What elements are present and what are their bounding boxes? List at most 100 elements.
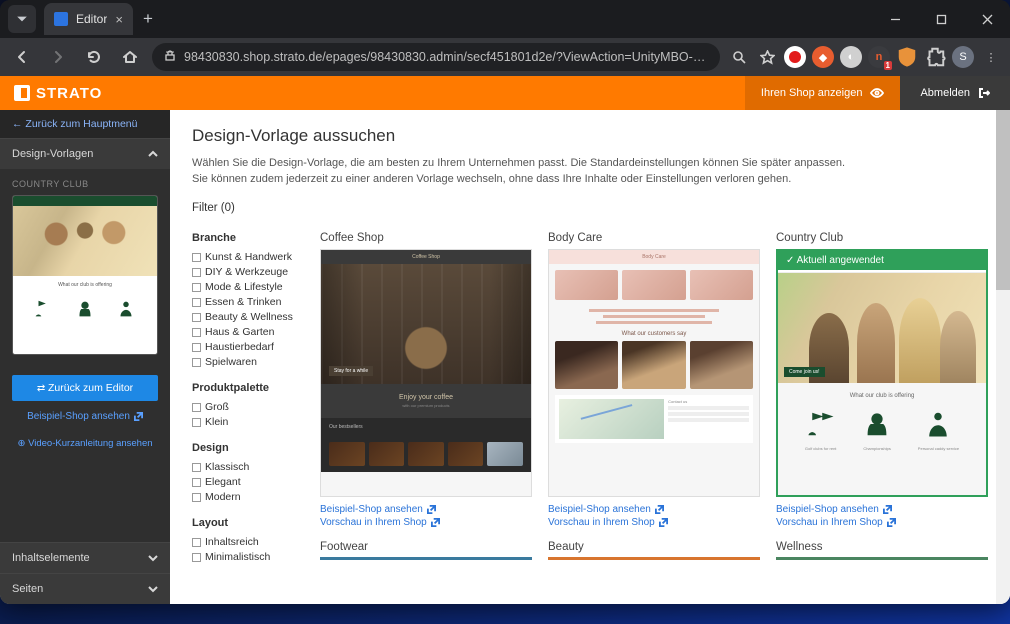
filter-checkbox[interactable]: Mode & Lifestyle (192, 280, 304, 295)
template-preview-link[interactable]: Vorschau in Ihrem Shop (548, 516, 760, 529)
view-shop-button[interactable]: Ihren Shop anzeigen (745, 76, 901, 110)
template-example-link[interactable]: Beispiel-Shop ansehen (320, 503, 532, 516)
checkbox-icon (192, 478, 201, 487)
bookmark-icon[interactable] (756, 46, 778, 68)
filter-count[interactable]: Filter (0) (192, 202, 988, 214)
filter-checkbox[interactable]: Kunst & Handwerk (192, 250, 304, 265)
checkbox-icon (192, 418, 201, 427)
external-link-icon (431, 518, 440, 527)
sidebar-section-pages[interactable]: Seiten (0, 573, 170, 604)
filter-checkbox[interactable]: Beauty & Wellness (192, 310, 304, 325)
checkbox-icon (192, 403, 201, 412)
chevron-down-icon (148, 584, 158, 594)
filter-heading: Layout (192, 517, 304, 529)
filter-checkbox[interactable]: Klassisch (192, 460, 304, 475)
filter-checkbox[interactable]: Haustierbedarf (192, 340, 304, 355)
template-card-coffee: Coffee Shop Coffee Shop Stay for a while… (320, 232, 532, 577)
window-controls (872, 0, 1010, 38)
filter-checkbox[interactable]: DIY & Werkzeuge (192, 265, 304, 280)
example-shop-link[interactable]: Beispiel-Shop ansehen (0, 407, 170, 426)
filter-checkbox[interactable]: Inhaltsreich (192, 535, 304, 550)
tab-title: Editor (76, 12, 107, 26)
checkbox-icon (192, 463, 201, 472)
template-grid: Coffee Shop Coffee Shop Stay for a while… (320, 232, 988, 577)
url-field[interactable]: 98430830.shop.strato.de/epages/98430830.… (152, 43, 720, 71)
address-bar: 98430830.shop.strato.de/epages/98430830.… (0, 38, 1010, 76)
external-link-icon (887, 518, 896, 527)
zoom-icon[interactable] (728, 46, 750, 68)
current-template-label: COUNTRY CLUB (12, 179, 158, 189)
template-accent (776, 557, 988, 560)
nav-home-button[interactable] (116, 43, 144, 71)
template-example-link[interactable]: Beispiel-Shop ansehen (548, 503, 760, 516)
template-name: Wellness (776, 541, 988, 553)
sidebar-section-content[interactable]: Inhaltselemente (0, 542, 170, 573)
brand-text: STRATO (36, 85, 102, 102)
filter-checkbox[interactable]: Essen & Trinken (192, 295, 304, 310)
template-accent (548, 557, 760, 560)
browser-menu-icon[interactable]: ⋮ (980, 46, 1002, 68)
template-card-country: Country Club Aktuell angewendet Come joi… (776, 232, 988, 577)
extensions-menu-icon[interactable] (924, 46, 946, 68)
external-link-icon (883, 505, 892, 514)
tab-list-button[interactable] (8, 5, 36, 33)
maximize-button[interactable] (918, 0, 964, 38)
filter-checkbox[interactable]: Groß (192, 400, 304, 415)
filter-heading: Design (192, 442, 304, 454)
minimize-button[interactable] (872, 0, 918, 38)
extension-icon[interactable]: ◆ (812, 46, 834, 68)
filter-heading: Produktpalette (192, 382, 304, 394)
filter-checkbox[interactable]: Modern (192, 490, 304, 505)
nav-back-button[interactable] (8, 43, 36, 71)
checkbox-icon (192, 493, 201, 502)
brand-logo[interactable]: STRATO (0, 85, 116, 102)
page: STRATO Ihren Shop anzeigen Abmelden Zurü… (0, 76, 1010, 604)
logout-button[interactable]: Abmelden (900, 76, 1010, 110)
eye-icon (870, 86, 884, 100)
template-name: Footwear (320, 541, 532, 553)
template-preview[interactable]: Aktuell angewendet Come join us! What ou… (776, 249, 988, 497)
extension-icon[interactable] (784, 46, 806, 68)
filter-checkbox[interactable]: Klein (192, 415, 304, 430)
nav-reload-button[interactable] (80, 43, 108, 71)
profile-button[interactable]: S (952, 46, 974, 68)
template-preview-link[interactable]: Vorschau in Ihrem Shop (320, 516, 532, 529)
template-accent (320, 557, 532, 560)
sidebar-section-design[interactable]: Design-Vorlagen (0, 138, 170, 169)
filter-checkbox[interactable]: Elegant (192, 475, 304, 490)
site-settings-icon[interactable] (164, 50, 176, 65)
filter-panel: Branche Kunst & HandwerkDIY & WerkzeugeM… (192, 232, 304, 577)
nav-forward-button[interactable] (44, 43, 72, 71)
extension-icon[interactable]: ◐ (840, 46, 862, 68)
template-preview[interactable]: Body Care What our customers say Contact… (548, 249, 760, 497)
checkbox-icon (192, 313, 201, 322)
filter-checkbox[interactable]: Spielwaren (192, 355, 304, 370)
filter-heading: Branche (192, 232, 304, 244)
checkbox-icon (192, 553, 201, 562)
current-template-thumbnail[interactable]: What our club is offering (12, 195, 158, 355)
template-preview-link[interactable]: Vorschau in Ihrem Shop (776, 516, 988, 529)
shield-icon[interactable] (896, 46, 918, 68)
toolbar-icons: ◆ ◐ n1 S ⋮ (728, 46, 1002, 68)
filter-checkbox[interactable]: Minimalistisch (192, 550, 304, 565)
new-tab-button[interactable]: + (143, 9, 153, 29)
page-scrollbar[interactable] (996, 110, 1010, 604)
browser-window: Editor × + 98430830.shop.strato.de/epage… (0, 0, 1010, 604)
checkbox-icon (192, 268, 201, 277)
checkbox-icon (192, 283, 201, 292)
extension-icon[interactable]: n1 (868, 46, 890, 68)
filter-checkbox[interactable]: Haus & Garten (192, 325, 304, 340)
template-example-link[interactable]: Beispiel-Shop ansehen (776, 503, 988, 516)
back-to-editor-button[interactable]: Zurück zum Editor (12, 375, 158, 401)
checkbox-icon (192, 328, 201, 337)
template-preview[interactable]: Coffee Shop Stay for a while Enjoy your … (320, 249, 532, 497)
tab-close-icon[interactable]: × (115, 12, 123, 27)
close-button[interactable] (964, 0, 1010, 38)
back-to-main-link[interactable]: Zurück zum Hauptmenü (0, 110, 170, 138)
checkbox-icon (192, 298, 201, 307)
browser-tab[interactable]: Editor × (44, 3, 133, 35)
external-link-icon (659, 518, 668, 527)
checkbox-icon (192, 343, 201, 352)
template-card-bodycare: Body Care Body Care What our customers s… (548, 232, 760, 577)
video-guide-link[interactable]: Video-Kurzanleitung ansehen (0, 426, 170, 465)
